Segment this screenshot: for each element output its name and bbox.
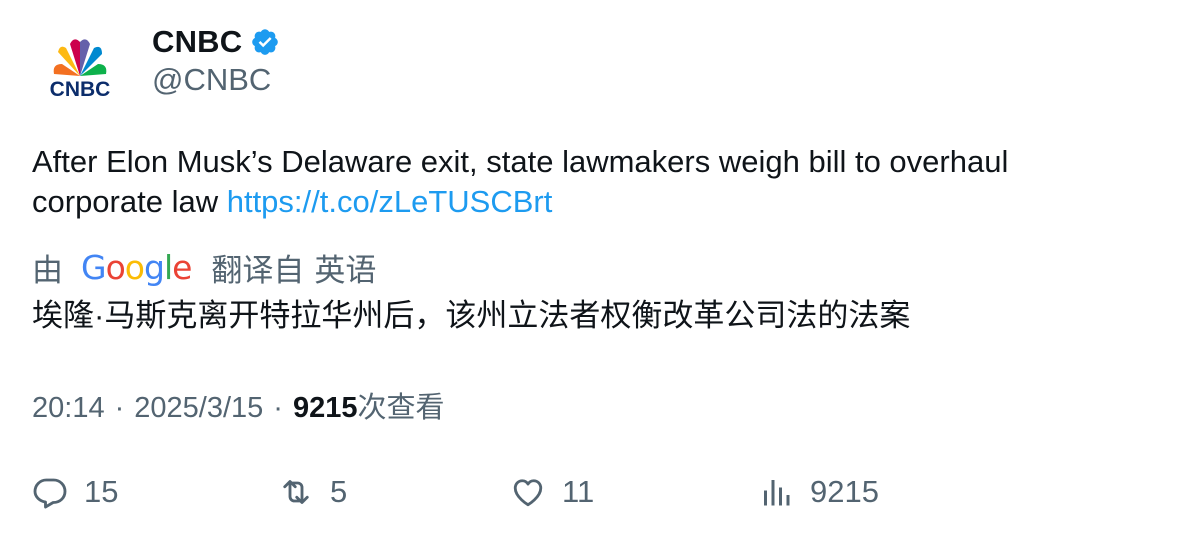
retweet-button[interactable]: 5 xyxy=(278,470,347,514)
views-action-count: 9215 xyxy=(810,474,879,509)
heart-icon xyxy=(513,479,543,507)
cnbc-peacock-logo-icon: CNBC xyxy=(50,39,111,101)
views-count: 9215 xyxy=(292,392,358,424)
tweet-text: After Elon Musk’s Delaware exit, state l… xyxy=(32,142,1132,222)
translation-from-label: 翻译自 xyxy=(211,252,305,288)
translation-attribution: 由 Google 翻译自 英语 xyxy=(32,246,376,288)
avatar-text: CNBC xyxy=(50,78,111,101)
reply-icon xyxy=(33,478,67,509)
reply-count: 15 xyxy=(84,474,119,509)
tweet-link[interactable]: https://t.co/zLeTUSCBrt xyxy=(227,184,553,219)
tweet-date[interactable]: 2025/3/15 xyxy=(134,392,263,425)
tweet-meta: 20:14 · 2025/3/15 · 9215 次查看 xyxy=(32,384,444,426)
avatar[interactable]: CNBC xyxy=(32,26,128,122)
retweet-count: 5 xyxy=(330,474,348,509)
like-count: 11 xyxy=(562,474,595,509)
views-button[interactable]: 9215 xyxy=(758,470,879,514)
meta-separator: · xyxy=(114,392,125,424)
author-handle[interactable]: @CNBC xyxy=(152,62,271,98)
translated-text: 埃隆·马斯克离开特拉华州后，该州立法者权衡改革公司法的法案 xyxy=(32,298,911,333)
like-button[interactable]: 11 xyxy=(510,470,594,514)
translation-source-language: 英语 xyxy=(314,252,377,288)
author-display-name[interactable]: CNBC xyxy=(152,24,242,60)
analytics-bar-icon xyxy=(764,480,790,506)
reply-button[interactable]: 15 xyxy=(32,470,118,514)
tweet-time[interactable]: 20:14 xyxy=(32,392,105,425)
verified-badge-icon[interactable] xyxy=(250,27,280,57)
retweet-icon xyxy=(283,480,309,504)
google-logo-icon: Google xyxy=(81,247,192,287)
meta-separator: · xyxy=(273,392,283,424)
author-name-row[interactable]: CNBC xyxy=(152,20,280,64)
views-label: 次查看 xyxy=(357,392,445,424)
action-bar: 15 5 11 9215 xyxy=(32,470,1172,514)
translation-by-label: 由 xyxy=(32,252,63,288)
